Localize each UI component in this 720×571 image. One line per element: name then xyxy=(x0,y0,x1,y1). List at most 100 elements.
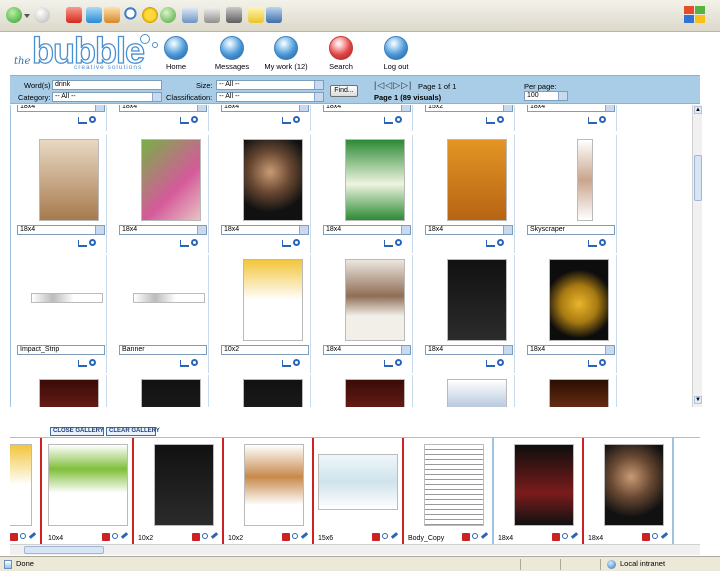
next-page-icon[interactable]: ▷ xyxy=(393,80,401,90)
visual-thumbnail[interactable] xyxy=(243,379,303,407)
scroll-up-icon[interactable]: ▲ xyxy=(694,106,702,114)
visual-thumbnail[interactable] xyxy=(447,379,507,407)
zoom-icon[interactable] xyxy=(293,116,300,123)
visual-thumbnail[interactable] xyxy=(447,139,507,221)
zoom-icon[interactable] xyxy=(89,359,96,366)
visual-thumbnail[interactable] xyxy=(447,259,507,341)
cart-icon[interactable] xyxy=(282,117,291,124)
back-icon[interactable] xyxy=(6,7,22,23)
zoom-icon[interactable] xyxy=(497,239,504,246)
classification-select[interactable]: -- All -- xyxy=(216,92,324,102)
visual-thumbnail[interactable] xyxy=(345,259,405,341)
size-select[interactable]: 18x4 xyxy=(527,105,615,112)
edit-pencil-icon[interactable] xyxy=(480,532,489,539)
cart-icon[interactable] xyxy=(78,240,87,247)
gallery-scrollbar[interactable]: ▲ ▼ xyxy=(692,105,702,407)
strip-thumbnail[interactable] xyxy=(154,444,214,526)
remove-icon[interactable] xyxy=(462,533,470,541)
words-input[interactable]: drink xyxy=(52,80,162,90)
size-select[interactable]: 18x4 xyxy=(323,225,411,235)
edit-pencil-icon[interactable] xyxy=(120,532,129,539)
edit-pencil-icon[interactable] xyxy=(390,532,399,539)
visual-thumbnail[interactable] xyxy=(133,293,205,303)
zoom-icon[interactable] xyxy=(292,533,298,539)
cart-icon[interactable] xyxy=(78,117,87,124)
size-select[interactable]: 18x4 xyxy=(425,225,513,235)
nav-search[interactable]: Search xyxy=(311,36,371,74)
remove-icon[interactable] xyxy=(372,533,380,541)
zoom-icon[interactable] xyxy=(20,533,26,539)
back-dropdown-icon[interactable] xyxy=(24,14,30,18)
visual-thumbnail[interactable] xyxy=(141,139,201,221)
search-icon[interactable] xyxy=(124,7,140,23)
remove-icon[interactable] xyxy=(282,533,290,541)
nav-home[interactable]: Home xyxy=(146,36,206,74)
history-icon[interactable] xyxy=(160,7,176,23)
cart-icon[interactable] xyxy=(384,117,393,124)
edit-pencil-icon[interactable] xyxy=(300,532,309,539)
edit-pencil-icon[interactable] xyxy=(570,532,579,539)
zoom-icon[interactable] xyxy=(89,239,96,246)
size-select[interactable]: 15x2 xyxy=(425,105,513,112)
nav-log-out[interactable]: Log out xyxy=(366,36,426,74)
clear-gallery-button[interactable]: CLEAR GALLERY xyxy=(106,427,160,436)
zoom-icon[interactable] xyxy=(599,359,606,366)
refresh-icon[interactable] xyxy=(86,7,102,23)
zoom-icon[interactable] xyxy=(652,533,658,539)
first-page-icon[interactable]: |◁ xyxy=(374,80,385,90)
strip-thumbnail[interactable] xyxy=(424,444,484,526)
find-button[interactable]: Find... xyxy=(330,85,358,97)
zoom-icon[interactable] xyxy=(112,533,118,539)
mail-icon[interactable] xyxy=(182,7,198,23)
zoom-icon[interactable] xyxy=(599,239,606,246)
cart-icon[interactable] xyxy=(282,240,291,247)
size-select[interactable]: 18x4 xyxy=(425,345,513,355)
home-icon[interactable] xyxy=(104,7,120,23)
scroll-thumb[interactable] xyxy=(694,155,702,201)
per-page-select[interactable]: 100 xyxy=(524,91,568,101)
cart-icon[interactable] xyxy=(180,117,189,124)
remove-icon[interactable] xyxy=(102,533,110,541)
cart-icon[interactable] xyxy=(384,240,393,247)
size-select[interactable]: 18x4 xyxy=(221,225,309,235)
edit-pencil-icon[interactable] xyxy=(28,532,37,539)
edit-pencil-icon[interactable] xyxy=(660,532,669,539)
cart-icon[interactable] xyxy=(486,240,495,247)
cart-icon[interactable] xyxy=(588,240,597,247)
favorites-star-icon[interactable] xyxy=(142,7,158,23)
print-icon[interactable] xyxy=(204,7,220,23)
size-select[interactable]: 18x4 xyxy=(323,345,411,355)
pager-controls[interactable]: |◁◁▷▷| xyxy=(374,80,412,91)
cart-icon[interactable] xyxy=(282,360,291,367)
zoom-icon[interactable] xyxy=(191,359,198,366)
zoom-icon[interactable] xyxy=(202,533,208,539)
remove-icon[interactable] xyxy=(642,533,650,541)
cart-icon[interactable] xyxy=(180,360,189,367)
category-select[interactable]: -- All -- xyxy=(52,92,162,102)
cart-icon[interactable] xyxy=(486,117,495,124)
zoom-icon[interactable] xyxy=(472,533,478,539)
size-select[interactable]: 18x4 xyxy=(221,105,309,112)
zoom-icon[interactable] xyxy=(191,116,198,123)
last-page-icon[interactable]: ▷| xyxy=(401,80,412,90)
nav-my-work[interactable]: My work (12) xyxy=(256,36,316,74)
zoom-icon[interactable] xyxy=(395,116,402,123)
cart-icon[interactable] xyxy=(180,240,189,247)
size-select[interactable]: -- All -- xyxy=(216,80,324,90)
strip-scroll-thumb[interactable] xyxy=(24,546,104,554)
close-gallery-button[interactable]: CLOSE GALLERY xyxy=(50,427,104,436)
strip-thumbnail[interactable] xyxy=(514,444,574,526)
strip-thumbnail[interactable] xyxy=(318,454,398,510)
visual-thumbnail[interactable] xyxy=(577,139,593,221)
visual-thumbnail[interactable] xyxy=(39,139,99,221)
prev-page-icon[interactable]: ◁ xyxy=(385,80,393,90)
visual-thumbnail[interactable] xyxy=(31,293,103,303)
remove-icon[interactable] xyxy=(10,533,18,541)
size-select[interactable]: 18x4 xyxy=(119,225,207,235)
edit-icon[interactable] xyxy=(226,7,242,23)
size-select[interactable]: Banner xyxy=(119,345,207,355)
zoom-icon[interactable] xyxy=(599,116,606,123)
visual-thumbnail[interactable] xyxy=(141,379,201,407)
visual-thumbnail[interactable] xyxy=(39,379,99,407)
strip-thumbnail[interactable] xyxy=(604,444,664,526)
